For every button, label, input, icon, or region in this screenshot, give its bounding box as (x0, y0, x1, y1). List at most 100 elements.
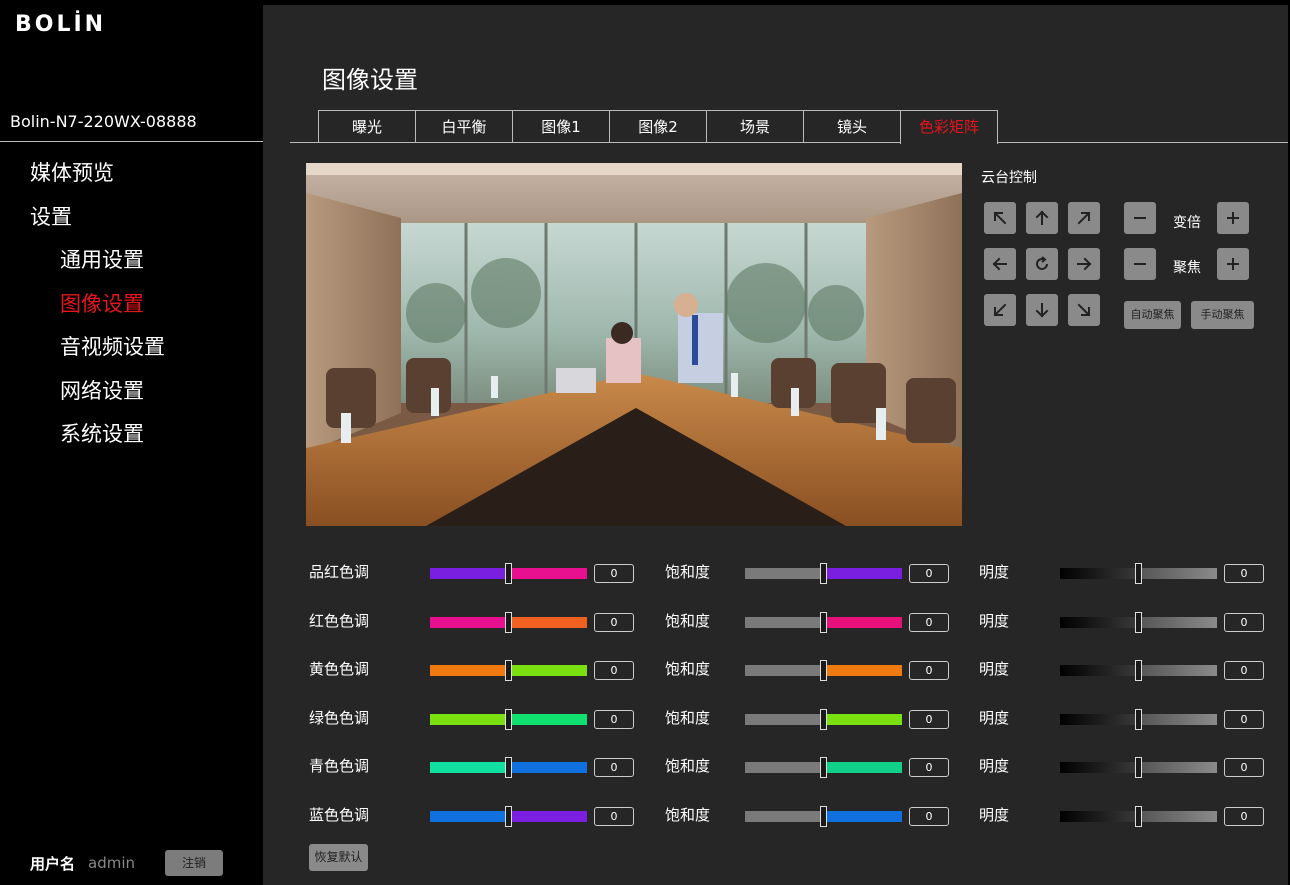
tab-3[interactable]: 图像2 (609, 110, 707, 143)
conference-room-image (306, 163, 962, 526)
slider-thumb[interactable] (820, 806, 827, 827)
nav-network-settings[interactable]: 网络设置 (0, 370, 263, 414)
blue-saturation-value[interactable]: 0 (909, 807, 949, 826)
slider-thumb[interactable] (1135, 806, 1142, 827)
magenta-saturation-label: 饱和度 (665, 563, 711, 581)
blue-hue-value[interactable]: 0 (594, 807, 634, 826)
tab-bar: 曝光 白平衡 图像1 图像2 场景 镜头 色彩矩阵 (318, 110, 998, 144)
magenta-saturation-slider[interactable] (745, 563, 902, 584)
slider-thumb[interactable] (505, 806, 512, 827)
tab-1[interactable]: 白平衡 (415, 110, 513, 143)
tab-divider (290, 142, 1288, 143)
nav-image-settings[interactable]: 图像设置 (0, 283, 263, 327)
slider-thumb[interactable] (505, 611, 512, 633)
minus-icon (1131, 255, 1149, 273)
nav-av-settings[interactable]: 音视频设置 (0, 326, 263, 370)
green-hue-value[interactable]: 0 (594, 709, 634, 729)
pan-up-right-button[interactable] (1068, 202, 1100, 234)
pan-down-left-button[interactable] (984, 294, 1016, 326)
yellow-saturation-slider[interactable] (745, 660, 902, 682)
slider-thumb[interactable] (820, 757, 827, 779)
red-hue-value[interactable]: 0 (594, 612, 634, 632)
red-saturation-slider[interactable] (745, 611, 902, 633)
pan-home-button[interactable] (1026, 248, 1058, 280)
tab-6[interactable]: 色彩矩阵 (900, 110, 998, 144)
focus-near-button[interactable] (1124, 248, 1156, 280)
ptz-title: 云台控制 (981, 170, 1037, 186)
yellow-hue-slider[interactable] (430, 660, 587, 682)
tab-2[interactable]: 图像1 (512, 110, 610, 143)
green-hue-label: 绿色色调 (309, 708, 370, 727)
focus-label: 聚焦 (1173, 260, 1201, 276)
nav-media-preview[interactable]: 媒体预览 (0, 152, 263, 196)
magenta-brightness-value[interactable]: 0 (1224, 564, 1264, 583)
magenta-hue-value[interactable]: 0 (594, 564, 634, 583)
cyan-saturation-slider[interactable] (745, 757, 902, 779)
sidebar-nav: 媒体预览 设置 通用设置 图像设置 音视频设置 网络设置 系统设置 (0, 152, 263, 457)
green-brightness-value[interactable]: 0 (1224, 709, 1264, 729)
tab-5[interactable]: 镜头 (803, 110, 901, 143)
blue-hue-slider[interactable] (430, 806, 587, 827)
magenta-brightness-slider[interactable] (1060, 563, 1217, 584)
cyan-brightness-slider[interactable] (1060, 757, 1217, 779)
restore-default-button[interactable]: 恢复默认 (309, 844, 368, 871)
green-brightness-slider[interactable] (1060, 708, 1217, 730)
magenta-brightness-label: 明度 (979, 563, 1010, 581)
green-saturation-value[interactable]: 0 (909, 709, 949, 729)
tab-0[interactable]: 曝光 (318, 110, 416, 143)
zoom-out-button[interactable] (1124, 202, 1156, 234)
red-hue-slider[interactable] (430, 611, 587, 633)
yellow-saturation-value[interactable]: 0 (909, 661, 949, 681)
red-saturation-value[interactable]: 0 (909, 612, 949, 632)
slider-thumb[interactable] (1135, 563, 1142, 584)
arrow-up-icon (1033, 209, 1051, 227)
slider-thumb[interactable] (1135, 660, 1142, 682)
cyan-hue-slider[interactable] (430, 757, 587, 779)
cyan-brightness-value[interactable]: 0 (1224, 758, 1264, 778)
blue-brightness-label: 明度 (979, 806, 1010, 824)
magenta-saturation-value[interactable]: 0 (909, 564, 949, 583)
blue-brightness-value[interactable]: 0 (1224, 807, 1264, 826)
green-hue-slider[interactable] (430, 708, 587, 730)
blue-brightness-slider[interactable] (1060, 806, 1217, 827)
green-saturation-slider[interactable] (745, 708, 902, 730)
nav-system-settings[interactable]: 系统设置 (0, 413, 263, 457)
pan-right-button[interactable] (1068, 248, 1100, 280)
magenta-hue-slider[interactable] (430, 563, 587, 584)
pan-up-button[interactable] (1026, 202, 1058, 234)
yellow-hue-value[interactable]: 0 (594, 661, 634, 681)
sidebar: BOLİN Bolin-N7-220WX-08888 媒体预览 设置 通用设置 图像设… (0, 0, 263, 885)
pan-up-left-button[interactable] (984, 202, 1016, 234)
slider-thumb[interactable] (1135, 611, 1142, 633)
cyan-hue-value[interactable]: 0 (594, 758, 634, 778)
manual-focus-button[interactable]: 手动聚焦 (1191, 301, 1254, 329)
pan-down-right-button[interactable] (1068, 294, 1100, 326)
cyan-saturation-value[interactable]: 0 (909, 758, 949, 778)
pan-left-button[interactable] (984, 248, 1016, 280)
blue-saturation-slider[interactable] (745, 806, 902, 827)
slider-thumb[interactable] (1135, 757, 1142, 779)
zoom-label: 变倍 (1173, 215, 1201, 231)
arrow-up-right-icon (1075, 209, 1093, 227)
slider-thumb[interactable] (820, 563, 827, 584)
focus-far-button[interactable] (1217, 248, 1249, 280)
logout-button[interactable]: 注销 (165, 850, 224, 876)
yellow-brightness-value[interactable]: 0 (1224, 661, 1264, 681)
slider-thumb[interactable] (1135, 708, 1142, 730)
slider-thumb[interactable] (820, 708, 827, 730)
pan-down-button[interactable] (1026, 294, 1058, 326)
slider-thumb[interactable] (505, 563, 512, 584)
tab-4[interactable]: 场景 (706, 110, 804, 143)
nav-settings[interactable]: 设置 (0, 196, 263, 240)
slider-thumb[interactable] (820, 660, 827, 682)
yellow-brightness-slider[interactable] (1060, 660, 1217, 682)
slider-thumb[interactable] (505, 660, 512, 682)
slider-thumb[interactable] (505, 708, 512, 730)
slider-thumb[interactable] (820, 611, 827, 633)
nav-general-settings[interactable]: 通用设置 (0, 239, 263, 283)
red-brightness-value[interactable]: 0 (1224, 612, 1264, 632)
auto-focus-button[interactable]: 自动聚焦 (1124, 301, 1181, 329)
red-brightness-slider[interactable] (1060, 611, 1217, 633)
slider-thumb[interactable] (505, 757, 512, 779)
zoom-in-button[interactable] (1217, 202, 1249, 234)
